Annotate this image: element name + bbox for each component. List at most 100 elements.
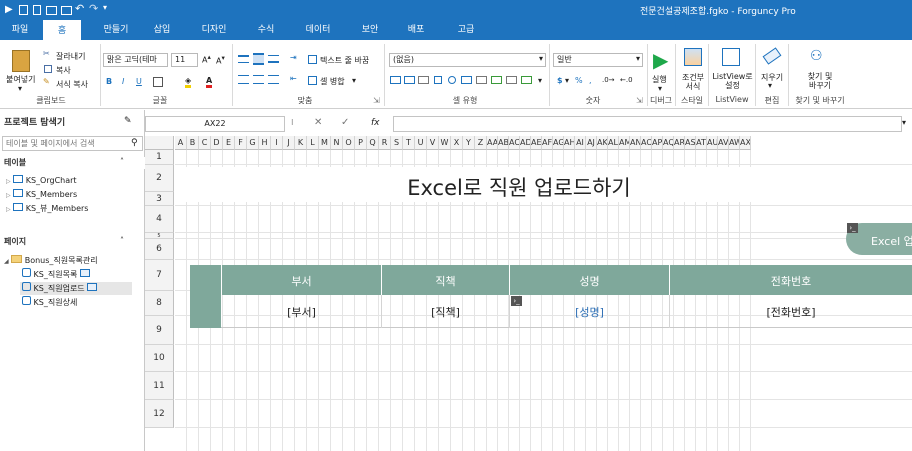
increase-decimal-icon[interactable]: .0→ [602, 76, 615, 84]
search-input[interactable] [3, 137, 123, 150]
column-header[interactable]: H [259, 136, 271, 150]
column-header[interactable]: G [247, 136, 259, 150]
font-family-select[interactable]: 맑은 고딕(테마 [103, 53, 168, 67]
column-header[interactable]: AF [542, 136, 553, 150]
column-header[interactable]: AW [729, 136, 740, 150]
run-icon[interactable]: ▶ [653, 48, 668, 72]
column-header[interactable]: AI [575, 136, 586, 150]
expand-icon[interactable]: ▷ [6, 178, 11, 185]
grow-font-icon[interactable]: A▴ [202, 53, 211, 65]
fx-icon[interactable]: fx [371, 118, 380, 128]
column-header[interactable]: AA [487, 136, 498, 150]
formula-input[interactable] [393, 116, 902, 132]
row-header[interactable]: 3 [145, 192, 174, 206]
search-icon[interactable]: ⚲ [131, 138, 138, 148]
font-size-select[interactable]: 11 [171, 53, 198, 67]
decrease-decimal-icon[interactable]: ←.0 [620, 76, 633, 84]
collapse-icon[interactable]: ◢ [4, 258, 9, 265]
column-header[interactable]: X [451, 136, 463, 150]
spreadsheet-grid[interactable]: A B C D E F G H I J K L M N O P Q R S T U V W X Y Z AA AB AC AD AE AF AG… [145, 136, 912, 451]
table-item[interactable]: ▷ KS_뷰_Members [6, 202, 88, 215]
cell-phone[interactable]: [전화번호] [670, 304, 912, 320]
column-header[interactable]: AQ [663, 136, 674, 150]
fill-color-icon[interactable]: ◈ [185, 76, 192, 88]
page-item[interactable]: KS_직원목록 [22, 268, 122, 281]
column-header[interactable]: AK [597, 136, 608, 150]
clear-label[interactable]: 지우기 [761, 72, 783, 83]
outdent-icon[interactable]: ⇤ [290, 74, 297, 83]
column-header[interactable]: D [211, 136, 223, 150]
celltype-combo-icon[interactable] [461, 76, 472, 84]
redo-icon[interactable]: ↷ [89, 2, 98, 15]
celltype-chart-icon[interactable] [521, 76, 532, 84]
number-format-dropdown-icon[interactable]: ▾ [636, 54, 640, 63]
cell-position[interactable]: [직책] [382, 304, 509, 320]
tab-data[interactable]: 데이터 [296, 20, 340, 40]
column-header[interactable]: K [295, 136, 307, 150]
clear-dropdown-icon[interactable]: ▾ [768, 81, 772, 90]
cancel-icon[interactable]: ✕ [314, 117, 322, 128]
format-painter-label[interactable]: 서식 복사 [56, 79, 88, 90]
column-header[interactable]: AG [553, 136, 564, 150]
row-header[interactable]: 2 [145, 165, 174, 192]
expand-formula-icon[interactable]: ▾ [902, 118, 906, 127]
tables-collapse-icon[interactable]: ˄ [120, 157, 124, 166]
merge-dropdown-icon[interactable]: ▾ [352, 76, 356, 85]
cell-name[interactable]: [성명] [510, 304, 669, 320]
tab-insert[interactable]: 삽입 [142, 20, 182, 40]
align-right-icon[interactable] [268, 75, 279, 84]
celltype-radio-icon[interactable] [448, 76, 456, 84]
column-header[interactable]: AX [740, 136, 751, 150]
tab-security[interactable]: 보안 [350, 20, 390, 40]
column-header[interactable]: I [271, 136, 283, 150]
column-header[interactable]: AM [619, 136, 630, 150]
celltype-more-icon[interactable]: ▾ [538, 76, 542, 85]
cut-icon[interactable]: ✂ [43, 49, 50, 58]
column-header[interactable]: AS [685, 136, 696, 150]
column-header[interactable]: J [283, 136, 295, 150]
find-replace-label[interactable]: 찾기 및 바꾸기 [805, 72, 835, 90]
column-header[interactable]: T [403, 136, 415, 150]
column-header[interactable]: W [439, 136, 451, 150]
table-item[interactable]: ▷ KS_OrgChart [6, 174, 77, 187]
cut-label[interactable]: 잘라내기 [56, 51, 85, 62]
run-dropdown-icon[interactable]: ▾ [658, 84, 662, 93]
binoculars-icon[interactable]: ⚇ [810, 48, 823, 64]
row-header[interactable]: 4 [145, 206, 174, 233]
column-header[interactable]: AT [696, 136, 707, 150]
column-header[interactable]: B [187, 136, 199, 150]
expand-icon[interactable]: ▷ [6, 206, 11, 213]
column-header[interactable]: A [175, 136, 187, 150]
align-bottom-icon[interactable] [268, 55, 279, 63]
font-color-icon[interactable]: A [206, 76, 213, 88]
cell-department[interactable]: [부서] [222, 304, 381, 320]
tab-file[interactable]: 파일 [0, 20, 40, 40]
open-icon[interactable] [46, 6, 57, 15]
column-header[interactable]: U [415, 136, 427, 150]
column-header[interactable]: AC [509, 136, 520, 150]
column-header[interactable]: R [379, 136, 391, 150]
column-header[interactable]: E [223, 136, 235, 150]
bold-icon[interactable]: B [106, 77, 112, 86]
number-dialog-launcher-icon[interactable]: ⇲ [636, 96, 643, 105]
row-header[interactable]: 1 [145, 150, 174, 165]
column-header[interactable]: AE [531, 136, 542, 150]
confirm-icon[interactable]: ✓ [341, 117, 349, 128]
currency-dropdown-icon[interactable]: ▾ [565, 76, 569, 85]
column-header[interactable]: L [307, 136, 319, 150]
number-format-select[interactable]: 일반 [553, 53, 643, 67]
align-center-icon[interactable] [253, 75, 264, 84]
align-dialog-launcher-icon[interactable]: ⇲ [373, 96, 380, 105]
column-header[interactable]: N [331, 136, 343, 150]
column-header[interactable]: O [343, 136, 355, 150]
indent-icon[interactable]: ⇥ [290, 53, 297, 62]
folder-icon[interactable] [61, 6, 72, 15]
merge-icon[interactable] [308, 76, 317, 85]
column-header[interactable]: F [235, 136, 247, 150]
celltype-image-icon[interactable] [491, 76, 502, 84]
row-header[interactable]: 12 [145, 400, 174, 428]
celltype-grid-icon[interactable] [418, 76, 429, 84]
new-icon[interactable] [33, 5, 41, 15]
undo-icon[interactable]: ↶ [75, 2, 84, 15]
paste-icon[interactable] [12, 50, 30, 72]
